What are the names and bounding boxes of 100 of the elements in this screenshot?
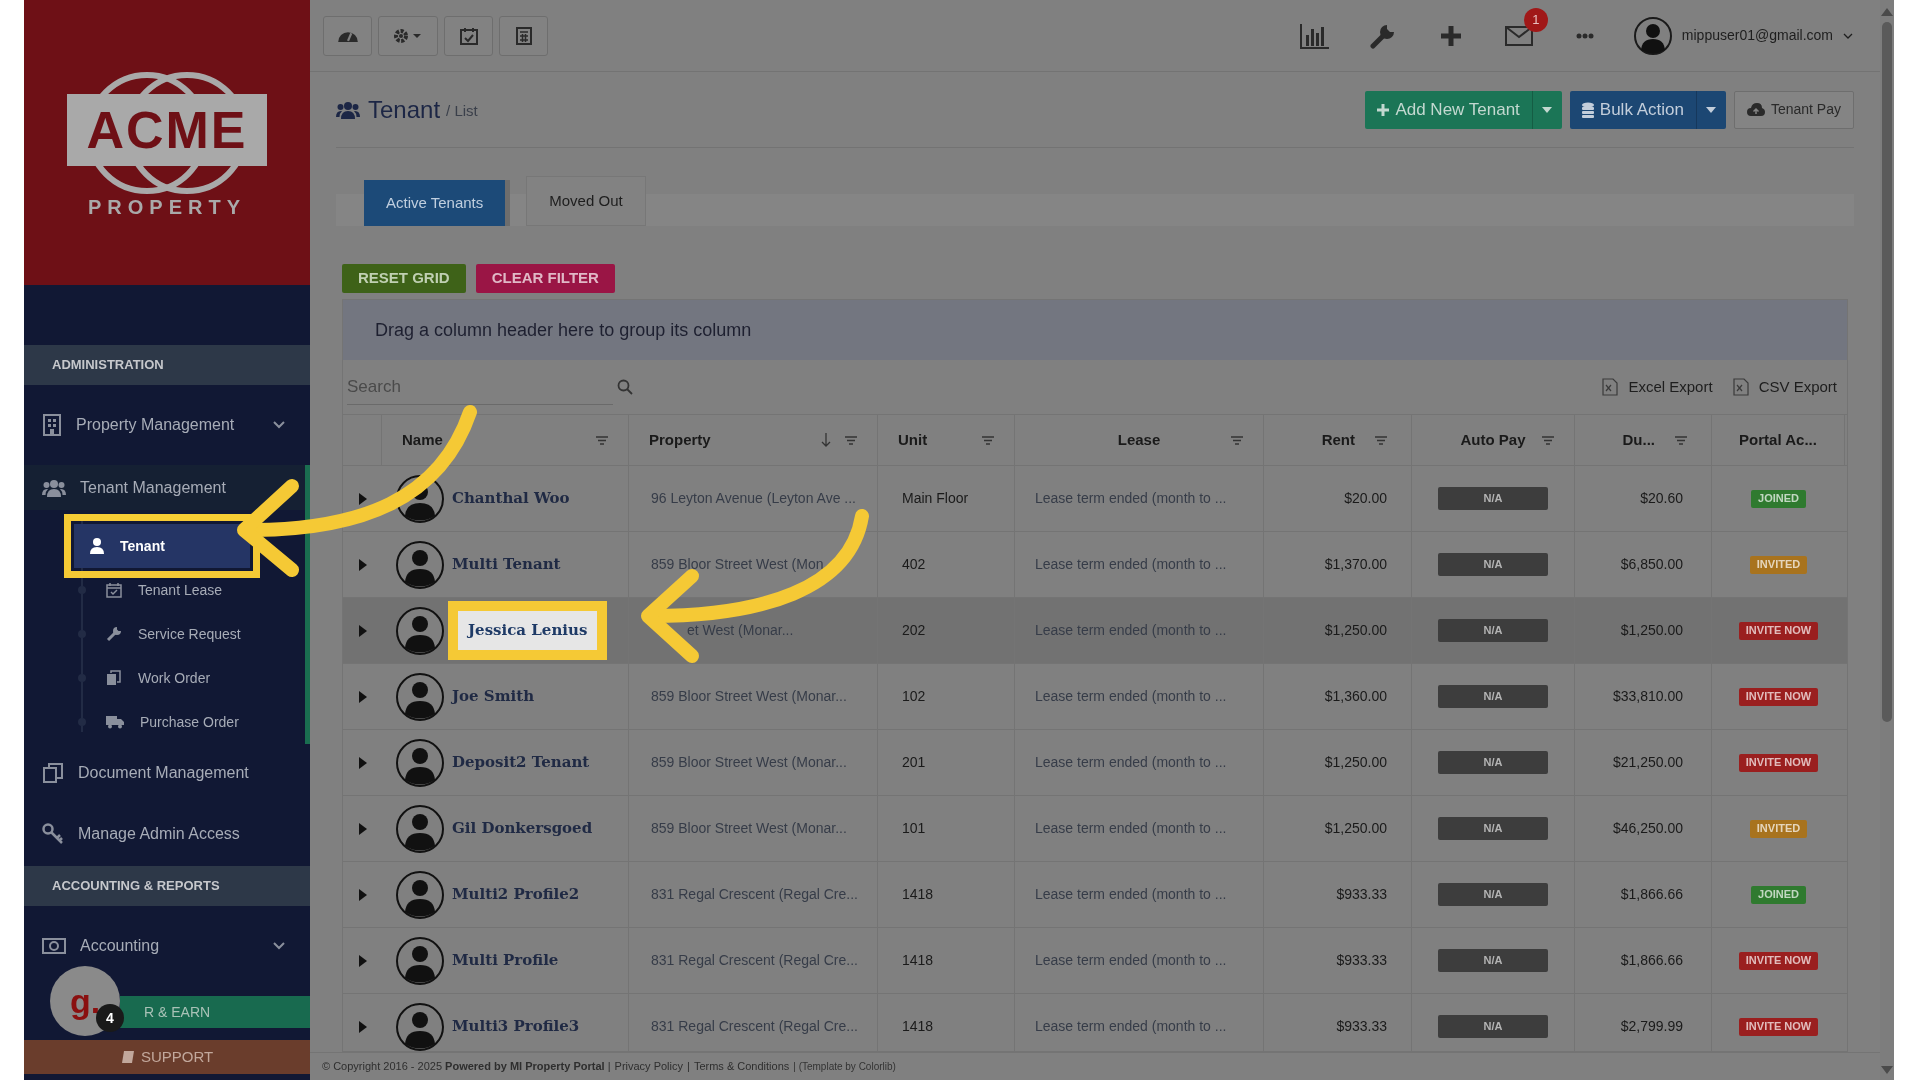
table-cell: $1,866.66	[1575, 928, 1712, 993]
tenant-name-link[interactable]: Chanthal Woo	[452, 487, 570, 510]
reset-grid-button[interactable]: RESET GRID	[342, 264, 466, 293]
clear-filter-button[interactable]: CLEAR FILTER	[475, 264, 615, 293]
nav-item[interactable]: Tenant Management	[24, 465, 310, 510]
tenant-name-link[interactable]: Multi Tenant	[452, 553, 561, 576]
status-badge: N/A	[1438, 949, 1548, 972]
status-badge: N/A	[1438, 487, 1548, 510]
nav-subitem[interactable]: Work Order	[90, 656, 211, 700]
column-header[interactable]: Name	[402, 428, 588, 452]
terms-link[interactable]: Terms & Conditions	[693, 1058, 790, 1075]
support-button[interactable]: SUPPORT	[24, 1040, 310, 1074]
tenant-name-link[interactable]: Joe Smith	[452, 685, 535, 708]
book-icon	[120, 1050, 135, 1064]
privacy-policy-link[interactable]: Privacy Policy	[614, 1058, 683, 1075]
calculator-icon	[515, 26, 532, 45]
table-cell: 831 Regal Crescent (Regal Cre...	[629, 928, 878, 993]
column-header[interactable]: Property	[649, 428, 813, 452]
table-cell: $933.33	[1264, 994, 1412, 1051]
plus-icon	[1439, 24, 1462, 47]
toolbar-button[interactable]	[444, 15, 493, 56]
filter-icon	[982, 435, 994, 445]
nav-item[interactable]: Document Management	[24, 744, 310, 802]
tenant-name-link[interactable]: Multi2 Profile2	[452, 883, 580, 906]
column-header[interactable]: Unit	[898, 428, 974, 452]
table-cell: et West (Monar...	[629, 598, 878, 663]
table-cell: Lease term ended (month to ...	[1015, 730, 1264, 795]
tab[interactable]: Active Tenants	[364, 180, 511, 226]
chevron-icon	[272, 420, 286, 430]
caret-right-icon	[358, 558, 367, 571]
refer-earn-button[interactable]: R & EARN	[120, 996, 310, 1028]
table-cell: 201	[878, 730, 1015, 795]
column-header[interactable]: Portal Ac...	[1739, 428, 1817, 452]
tenant-name-link[interactable]: Gil Donkersgoed	[452, 817, 593, 840]
tenant-name-link[interactable]: Deposit2 Tenant	[452, 751, 590, 774]
column-header[interactable]: Auto Pay	[1460, 428, 1526, 452]
status-badge: INVITE NOW	[1738, 687, 1819, 706]
person-icon	[90, 538, 104, 554]
separator: |	[687, 1059, 690, 1075]
table-cell: 859 Bloor Street West (Monar...	[629, 664, 878, 729]
nav-item[interactable]: Property Management	[24, 385, 310, 465]
excel-export-button[interactable]: Excel Export	[1602, 375, 1713, 399]
csv-export-button[interactable]: CSV Export	[1732, 375, 1837, 399]
tenant-name-link[interactable]: Multi Profile	[452, 949, 559, 972]
table-cell: 831 Regal Crescent (Regal Cre...	[629, 862, 878, 927]
tenant-pay-button[interactable]: Tenant Pay	[1734, 91, 1853, 128]
table-cell: Lease term ended (month to ...	[1015, 796, 1264, 861]
table-cell: 101	[878, 796, 1015, 861]
table-cell: $933.33	[1264, 928, 1412, 993]
status-badge: INVITE NOW	[1738, 951, 1819, 970]
table-cell: $1,360.00	[1264, 664, 1412, 729]
nav-subitem[interactable]: Service Request	[90, 612, 241, 656]
status-badge: INVITED	[1749, 555, 1808, 574]
caret-right-icon	[358, 756, 367, 769]
logo-wordmark: ACME	[67, 93, 267, 166]
group-panel: Drag a column header here to group its column	[343, 300, 1847, 360]
users-icon	[42, 477, 66, 498]
dashboard-icon	[336, 29, 359, 42]
column-header[interactable]: Du...	[1622, 428, 1655, 452]
table-cell: Lease term ended (month to ...	[1015, 994, 1264, 1051]
database-icon	[1581, 101, 1594, 118]
status-badge: N/A	[1438, 619, 1548, 642]
calendar-icon	[459, 26, 478, 45]
spreadsheet-file-icon	[1602, 378, 1619, 396]
table-cell: $1,250.00	[1264, 598, 1412, 663]
copyright-text: © Copyright 2016 - 2025 Powered by MI Property Portal |	[322, 1059, 611, 1075]
tab[interactable]: Moved Out	[526, 176, 646, 226]
filter-icon	[1375, 435, 1387, 445]
credit-text: | (Template by Colorlib)	[793, 1060, 896, 1074]
tenant-name-link[interactable]: Multi3 Profile3	[452, 1015, 580, 1038]
wrench-icon	[106, 626, 122, 642]
caret-right-icon	[358, 822, 367, 835]
avatar-icon	[396, 804, 444, 853]
table-cell: $1,866.66	[1575, 862, 1712, 927]
calendar-check-icon	[106, 582, 122, 598]
table-cell: Lease term ended (month to ...	[1015, 928, 1264, 993]
table-cell: 1418	[878, 994, 1015, 1051]
toolbar-button[interactable]	[378, 15, 438, 56]
csv-file-icon	[1732, 378, 1749, 396]
table-cell: 859 Bloor Street West (Mon	[629, 532, 878, 597]
column-header[interactable]: Rent	[1321, 428, 1355, 452]
caret-right-icon	[358, 1020, 367, 1033]
caret-right-icon	[358, 690, 367, 703]
toolbar-button[interactable]	[323, 15, 372, 56]
table-cell: 96 Leyton Avenue (Leyton Ave ...	[629, 466, 878, 531]
filter-icon	[596, 435, 608, 445]
table-cell: Lease term ended (month to ...	[1015, 466, 1264, 531]
toolbar-button[interactable]	[499, 15, 548, 56]
column-header[interactable]: Lease	[1117, 428, 1161, 452]
status-badge: N/A	[1438, 553, 1548, 576]
table-cell: $21,250.00	[1575, 730, 1712, 795]
user-menu[interactable]: mippuser01@gmail.com	[1633, 16, 1853, 55]
nav-item[interactable]: Manage Admin Access	[24, 802, 310, 866]
table-cell: 202	[878, 598, 1015, 663]
scrollbar[interactable]	[1880, 0, 1894, 1080]
status-badge: INVITE NOW	[1738, 753, 1819, 772]
status-badge: N/A	[1438, 751, 1548, 774]
nav-subitem[interactable]: Tenant Lease	[90, 568, 223, 612]
nav-subitem[interactable]: Purchase Order	[90, 700, 239, 744]
avatar-icon	[1633, 16, 1672, 55]
